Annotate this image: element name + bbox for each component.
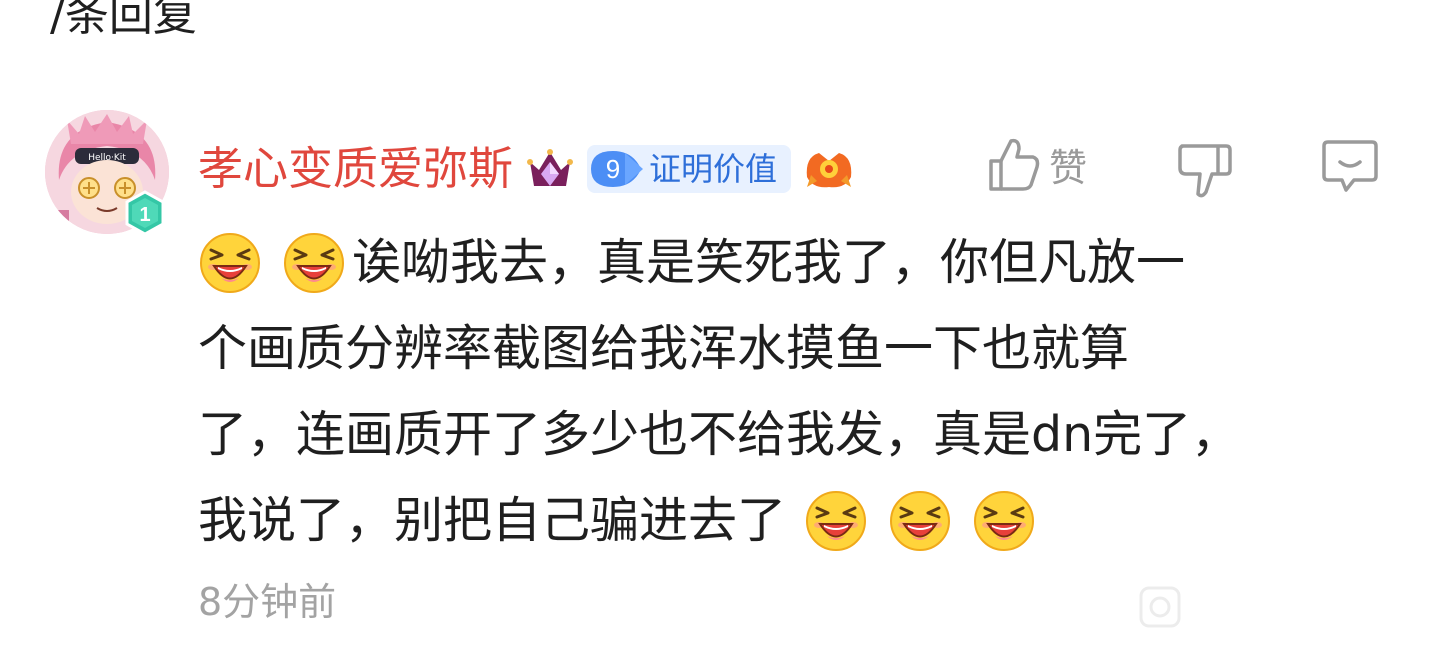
user-level-number: 1: [139, 204, 150, 226]
comment-timestamp: 8分钟前: [198, 580, 337, 624]
title-badge-text: 证明价值: [649, 150, 778, 188]
title-badge[interactable]: 9 证明价值: [587, 145, 792, 193]
comment-text-line-2: 个画质分辨率截图给我浑水摸鱼一下也就算: [198, 320, 1130, 377]
comment-line: 个画质分辨率截图给我浑水摸鱼一下也就算: [198, 306, 1413, 392]
title-badge-level: 9: [605, 154, 621, 184]
comment-text-line-3: 了，连画质开了多少也不给我发，真是dn完了，: [198, 406, 1241, 463]
like-label: 赞: [1049, 145, 1088, 190]
laughing-emoji-icon: [199, 232, 261, 294]
laughing-emoji-icon: [805, 490, 867, 552]
comment-text-line-1: 诶呦我去，真是笑死我了，你但凡放一: [352, 234, 1186, 291]
comment-body: 诶呦我去，真是笑死我了，你但凡放一 个画质分辨率截图给我浑水摸鱼一下也就算 了，…: [198, 220, 1413, 564]
crown-gem-icon: [527, 149, 574, 186]
replies-count-header: /条回复: [50, 0, 197, 41]
comment-bubble-icon[interactable]: [1320, 136, 1380, 196]
comment-header: 孝心变质爱弥斯 9 证明价值: [198, 136, 855, 202]
comment-line: 诶呦我去，真是笑死我了，你但凡放一: [198, 220, 1413, 306]
thumbs-up-icon: [989, 138, 1040, 191]
comment-line: 我说了，别把自己骗进去了: [198, 478, 1413, 564]
username[interactable]: 孝心变质爱弥斯: [198, 136, 513, 202]
thumbs-down-icon[interactable]: [1176, 140, 1234, 200]
laughing-emoji-icon: [973, 490, 1035, 552]
laughing-emoji-icon: [889, 490, 951, 552]
watermark-icon: [1139, 586, 1181, 628]
user-level-badge: 1: [124, 190, 166, 236]
like-button[interactable]: 赞: [985, 134, 1087, 194]
comment-line: 了，连画质开了多少也不给我发，真是dn完了，: [198, 392, 1413, 478]
game-character-icon: [806, 153, 852, 188]
comment-text-line-4: 我说了，别把自己骗进去了: [198, 492, 787, 549]
laughing-emoji-icon: [283, 232, 345, 294]
